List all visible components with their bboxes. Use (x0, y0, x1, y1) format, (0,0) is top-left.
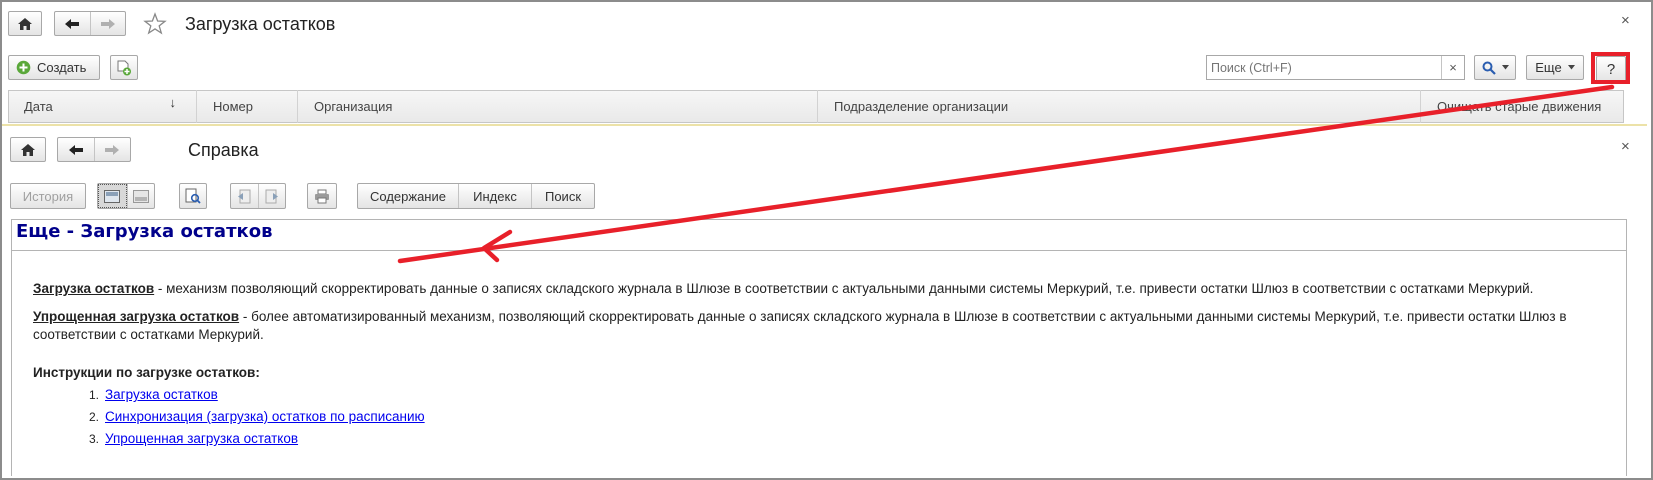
annotation-arrow (397, 84, 1615, 264)
annotation-arrow-shaft (397, 84, 1615, 264)
